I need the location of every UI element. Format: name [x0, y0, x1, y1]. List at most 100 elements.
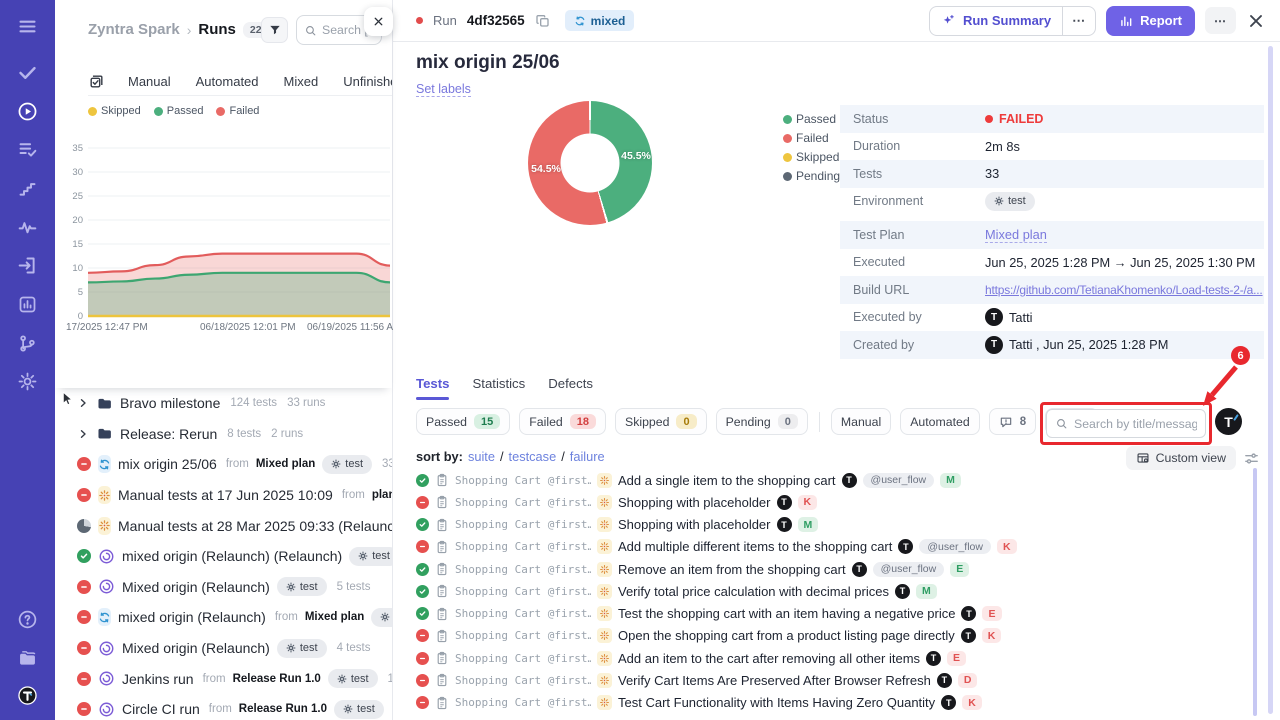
run-row-item[interactable]: Circle CI runfromRelease Run 1.0test13 t… [55, 694, 392, 720]
run-row-item[interactable]: Mixed origin (Relaunch)test4 tests [55, 633, 392, 664]
tab-defects[interactable]: Defects [548, 376, 593, 400]
chevron-right-icon [77, 428, 89, 440]
sidebar-item-steps[interactable] [0, 175, 55, 201]
close-run-button[interactable] [1246, 11, 1266, 31]
run-summary-more-button[interactable]: ⋯ [1063, 13, 1095, 29]
tab-statistics[interactable]: Statistics [472, 376, 525, 400]
sidebar-item-test-plans[interactable] [0, 136, 55, 162]
tests-list-scrollbar[interactable] [1253, 468, 1257, 716]
test-row[interactable]: Shopping Cart @first…Verify total price … [393, 580, 1262, 602]
menu-icon [17, 16, 38, 37]
sliders-icon[interactable] [1243, 450, 1260, 467]
test-suite-name: Shopping Cart @first… [455, 696, 591, 709]
close-icon [372, 15, 385, 28]
tests-search-input[interactable] [1074, 417, 1197, 431]
run-row-item[interactable]: mixed origin (Relaunch)fromMixed plantes… [55, 602, 392, 633]
detail-value: Mixed plan [985, 227, 1264, 243]
sidebar-item-projects[interactable] [0, 644, 55, 670]
tab-tests[interactable]: Tests [416, 376, 449, 400]
test-row[interactable]: Shopping Cart @first…Shopping with place… [393, 514, 1262, 536]
sidebar-item-menu[interactable] [0, 13, 55, 39]
run-row-item[interactable]: Mixed origin (Relaunch)test5 tests [55, 572, 392, 603]
sort-link-testcase[interactable]: testcase [509, 449, 557, 464]
runs-tab-automated[interactable]: Automated [196, 74, 259, 89]
sidebar-item-pulse[interactable] [0, 214, 55, 240]
test-row[interactable]: Shopping Cart @first…Add a single item t… [393, 469, 1262, 491]
run-id: 4df32565 [467, 13, 525, 28]
set-labels-link[interactable]: Set labels [416, 82, 471, 97]
environment-badge: test [277, 577, 327, 596]
run-meta: 33 runs [287, 397, 325, 409]
sidebar-item-settings[interactable] [0, 368, 55, 394]
test-title: Remove an item from the shopping cart [618, 562, 846, 577]
sidebar-item-import[interactable] [0, 252, 55, 278]
runs-folder-row[interactable]: Bravo milestone124 tests33 runs [55, 388, 392, 419]
run-row-item[interactable]: mixed origin (Relaunch) (Relaunch)test [55, 541, 392, 572]
filter-chip-pending[interactable]: Pending0 [716, 408, 808, 435]
window-scrollbar[interactable] [1268, 46, 1273, 714]
filter-chip-manual[interactable]: Manual [831, 408, 891, 435]
more-actions-button[interactable]: ⋯ [1205, 7, 1236, 34]
sidebar-item-reports[interactable] [0, 291, 55, 317]
mixed-run-icon [98, 455, 111, 473]
user-avatar[interactable]: T [1215, 408, 1242, 435]
test-title: Shopping with placeholder [618, 495, 771, 510]
run-from-label: from [275, 611, 298, 623]
filter-chip-failed[interactable]: Failed18 [519, 408, 606, 435]
report-button[interactable]: Report [1106, 6, 1195, 36]
filter-chip-comment[interactable]: 8 [989, 408, 1036, 435]
sort-link-suite[interactable]: suite [468, 449, 495, 464]
test-row[interactable]: Shopping Cart @first…Add multiple differ… [393, 536, 1262, 558]
test-title: Verify Cart Items Are Preserved After Br… [618, 673, 931, 688]
run-row-item[interactable]: Manual tests at 17 Jun 2025 10:09frompla… [55, 480, 392, 511]
close-panel-button[interactable] [364, 7, 393, 36]
avatar: T [926, 651, 941, 666]
run-row-item[interactable]: mix origin 25/06fromMixed plantest33 tes… [55, 449, 392, 480]
test-row[interactable]: Shopping Cart @first…Open the shopping c… [393, 625, 1262, 647]
run-row-item[interactable]: Manual tests at 28 Mar 2025 09:33 (Relau… [55, 510, 392, 541]
detail-row: Executed byTTatti [840, 304, 1264, 332]
environment-name: test [300, 642, 318, 654]
svg-text:0: 0 [78, 311, 83, 322]
test-row[interactable]: Shopping Cart @first…Remove an item from… [393, 558, 1262, 580]
svg-text:17/2025 12:47 PM: 17/2025 12:47 PM [66, 322, 148, 333]
test-plan-link[interactable]: Mixed plan [985, 227, 1047, 243]
legend-dot [88, 107, 97, 116]
detail-label: Created by [853, 338, 985, 352]
run-plan-name: Mixed plan [305, 611, 364, 623]
filter-button[interactable] [261, 17, 288, 43]
filter-chip-passed[interactable]: Passed15 [416, 408, 510, 435]
sort-link-failure[interactable]: failure [570, 449, 605, 464]
donut-legend: PassedFailedSkippedPending [783, 112, 840, 183]
test-row[interactable]: Shopping Cart @first…Verify Cart Items A… [393, 669, 1262, 691]
tests-search[interactable] [1046, 409, 1206, 438]
sidebar-item-logo[interactable] [0, 682, 55, 708]
filter-chip-skipped[interactable]: Skipped0 [615, 408, 707, 435]
clipboard-icon [435, 629, 449, 643]
sidebar-item-runs[interactable] [0, 98, 55, 124]
runs-tab-manual[interactable]: Manual [128, 74, 171, 89]
avatar: T [985, 308, 1003, 326]
breadcrumb-project[interactable]: Zyntra Spark [88, 21, 180, 38]
burst-icon [599, 608, 610, 619]
run-row-item[interactable]: Jenkins runfromRelease Run 1.0test13 tes… [55, 663, 392, 694]
copy-icon[interactable] [535, 13, 551, 29]
filter-chip-automated[interactable]: Automated [900, 408, 979, 435]
legend-label: Skipped [101, 105, 141, 117]
runs-folder-row[interactable]: Release: Rerun8 tests2 runs [55, 419, 392, 450]
test-row[interactable]: Shopping Cart @first…Test the shopping c… [393, 603, 1262, 625]
run-folder-name: Release: Rerun [120, 426, 217, 442]
test-row[interactable]: Shopping Cart @first…Shopping with place… [393, 491, 1262, 513]
run-summary-button[interactable]: Run Summary ⋯ [929, 6, 1096, 36]
sidebar [0, 0, 55, 720]
build-url-link[interactable]: https://github.com/TetianaKhomenko/Load-… [985, 283, 1263, 297]
custom-view-button[interactable]: Custom view [1126, 446, 1236, 470]
test-row[interactable]: Shopping Cart @first…Add an item to the … [393, 647, 1262, 669]
test-row[interactable]: Shopping Cart @first…Test Cart Functiona… [393, 692, 1262, 714]
sidebar-item-tests[interactable] [0, 59, 55, 85]
sidebar-item-branches[interactable] [0, 330, 55, 356]
sparkles-icon [941, 13, 956, 28]
runs-tab-unfinished[interactable]: Unfinished [343, 74, 392, 89]
sidebar-item-help[interactable] [0, 606, 55, 632]
runs-tab-mixed[interactable]: Mixed [284, 74, 319, 89]
